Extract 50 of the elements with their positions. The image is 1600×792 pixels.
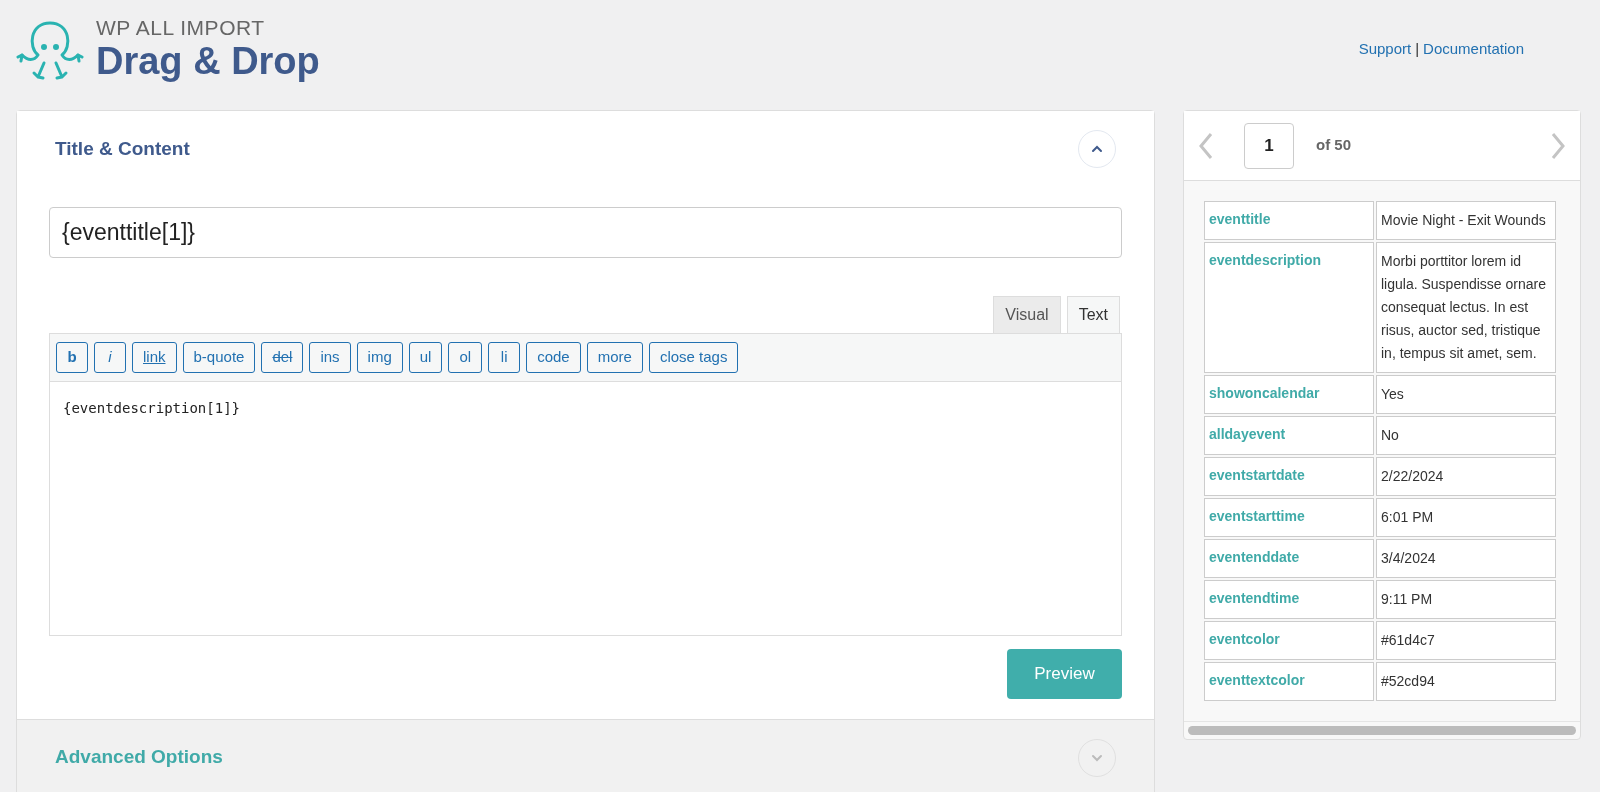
field-value-cell: 9:11 PM [1376,580,1556,619]
section-title: Advanced Options [55,745,223,770]
format-button[interactable]: link [132,342,177,373]
support-link[interactable]: Support [1358,37,1412,61]
format-button[interactable]: close tags [648,342,739,373]
field-name-cell: showoncalendar [1204,375,1374,414]
record-number-field[interactable]: 1 [1244,122,1294,169]
link-separator: | [1415,38,1420,59]
field-name-cell: eventstartdate [1204,457,1374,496]
next-icon[interactable] [1550,130,1566,161]
format-button[interactable]: code [526,342,581,373]
format-button[interactable]: b-quote [182,342,256,373]
format-button[interactable]: img [356,342,403,373]
preview-button[interactable]: Preview [1007,649,1122,699]
horizontal-scrollbar[interactable] [1188,726,1576,735]
field-value-cell: Morbi porttitor lorem id ligula. Suspendisse ornare consequat lectus. In est risus, auctor sed, tristique in, tempus sit amet, sem. [1376,242,1556,373]
field-name-cell: eventdescription [1204,242,1374,373]
format-button[interactable]: more [586,342,643,373]
documentation-link[interactable]: Documentation [1423,37,1524,61]
field-name-cell: alldayevent [1204,416,1374,455]
field-name-cell: eventenddate [1204,539,1374,578]
format-button[interactable]: ins [309,342,351,373]
field-value-cell: Movie Night - Exit Wounds [1376,201,1556,240]
brand-title: Drag & Drop [96,38,320,84]
field-name-cell: eventendtime [1204,580,1374,619]
brand-subtitle: WP ALL IMPORT [96,16,266,38]
section-title: Title & Content [55,136,190,161]
field-value-cell: 3/4/2024 [1376,539,1556,578]
format-button[interactable]: ul [408,342,443,373]
record-count: of 50 [1316,135,1351,156]
field-value-cell: #61d4c7 [1376,621,1556,660]
format-button[interactable]: b [56,342,88,373]
format-button[interactable]: li [488,342,521,373]
field-name-cell: eventcolor [1204,621,1374,660]
previous-icon[interactable] [1198,130,1214,161]
field-value-cell: #52cd94 [1376,662,1556,701]
field-name-cell: eventtextcolor [1204,662,1374,701]
title-input-field[interactable]: {eventtitle[1]} [49,207,1122,258]
format-button[interactable]: ol [448,342,483,373]
editor-tab[interactable]: Visual [993,296,1061,333]
format-button[interactable]: i [94,342,126,373]
field-value-cell: No [1376,416,1556,455]
field-value-cell: 6:01 PM [1376,498,1556,537]
format-button[interactable]: del [261,342,304,373]
toggle-button[interactable] [1078,130,1116,168]
field-name-cell: eventstarttime [1204,498,1374,537]
field-value-cell: Yes [1376,375,1556,414]
editor-tab[interactable]: Text [1066,296,1120,333]
field-name-cell: eventtitle [1204,201,1374,240]
field-value-cell: 2/22/2024 [1376,457,1556,496]
